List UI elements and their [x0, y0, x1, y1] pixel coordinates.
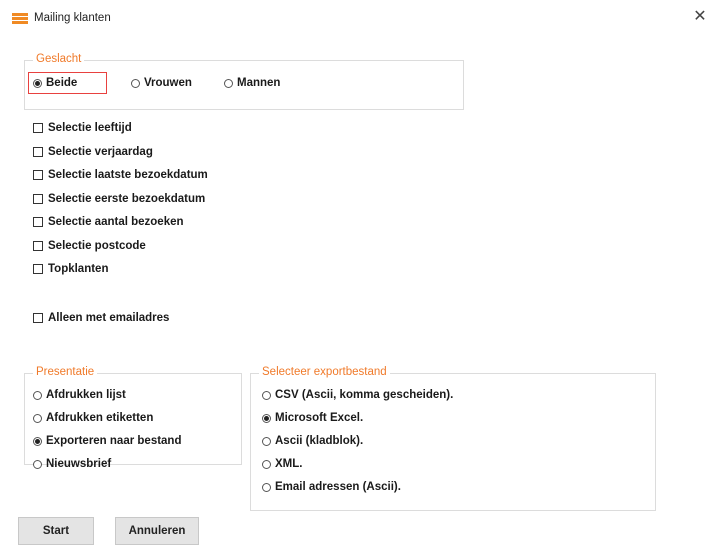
checkbox-box — [33, 264, 43, 274]
checkbox-box — [33, 241, 43, 251]
presentation-legend: Presentatie — [33, 366, 98, 378]
radio-label: CSV (Ascii, komma gescheiden). — [275, 389, 454, 401]
radio-indicator — [33, 390, 42, 400]
radio-indicator — [224, 78, 233, 88]
checkbox-selectie-postcode[interactable]: Selectie postcode — [33, 240, 146, 252]
radio-microsoft-excel[interactable]: Microsoft Excel. — [262, 412, 363, 424]
checkbox-box — [33, 313, 43, 323]
radio-indicator — [262, 390, 271, 400]
radio-label: Email adressen (Ascii). — [275, 481, 401, 493]
radio-indicator — [262, 459, 271, 469]
radio-label: Microsoft Excel. — [275, 412, 364, 424]
radio-nieuwsbrief[interactable]: Nieuwsbrief — [33, 458, 111, 470]
close-button[interactable]: ✕ — [691, 8, 709, 26]
radio-ascii-kladblok[interactable]: Ascii (kladblok). — [262, 435, 363, 447]
checkbox-label: Selectie aantal bezoeken — [48, 216, 184, 228]
checkbox-box — [33, 194, 43, 204]
radio-label: Nieuwsbrief — [46, 458, 112, 470]
checkbox-selectie-leeftijd[interactable]: Selectie leeftijd — [33, 122, 132, 134]
radio-exporteren-naar-bestand[interactable]: Exporteren naar bestand — [33, 435, 181, 447]
radio-mannen[interactable]: Mannen — [224, 77, 280, 89]
radio-indicator — [262, 413, 271, 423]
radio-beide[interactable]: Beide — [33, 77, 77, 89]
checkbox-selectie-verjaardag[interactable]: Selectie verjaardag — [33, 146, 153, 158]
radio-indicator — [33, 436, 42, 446]
radio-label: Afdrukken lijst — [46, 389, 126, 401]
radio-email-adressen[interactable]: Email adressen (Ascii). — [262, 481, 401, 493]
radio-indicator — [131, 78, 140, 88]
checkbox-selectie-eerste-bezoekdatum[interactable]: Selectie eerste bezoekdatum — [33, 193, 205, 205]
radio-csv[interactable]: CSV (Ascii, komma gescheiden). — [262, 389, 453, 401]
checkbox-label: Alleen met emailadres — [48, 312, 170, 324]
radio-indicator — [33, 78, 42, 88]
checkbox-label: Selectie leeftijd — [48, 122, 132, 134]
radio-label: Ascii (kladblok). — [275, 435, 364, 447]
checkbox-selectie-laatste-bezoekdatum[interactable]: Selectie laatste bezoekdatum — [33, 169, 208, 181]
radio-xml[interactable]: XML. — [262, 458, 302, 470]
radio-indicator — [262, 482, 271, 492]
window-title: Mailing klanten — [34, 12, 111, 24]
radio-label: XML. — [275, 458, 303, 470]
radio-indicator — [33, 413, 42, 423]
radio-label: Beide — [46, 77, 78, 89]
checkbox-label: Selectie postcode — [48, 240, 146, 252]
checkbox-box — [33, 147, 43, 157]
export-legend: Selecteer exportbestand — [259, 366, 390, 378]
start-button[interactable]: Start — [18, 517, 94, 545]
checkbox-label: Selectie verjaardag — [48, 146, 153, 158]
checkbox-topklanten[interactable]: Topklanten — [33, 263, 108, 275]
checkbox-alleen-met-emailadres[interactable]: Alleen met emailadres — [33, 312, 169, 324]
app-icon — [12, 13, 28, 25]
checkbox-box — [33, 217, 43, 227]
radio-label: Mannen — [237, 77, 281, 89]
radio-label: Afdrukken etiketten — [46, 412, 154, 424]
radio-vrouwen[interactable]: Vrouwen — [131, 77, 192, 89]
checkbox-label: Selectie laatste bezoekdatum — [48, 169, 208, 181]
checkbox-selectie-aantal-bezoeken[interactable]: Selectie aantal bezoeken — [33, 216, 184, 228]
radio-indicator — [262, 436, 271, 446]
cancel-button[interactable]: Annuleren — [115, 517, 199, 545]
radio-label: Exporteren naar bestand — [46, 435, 182, 447]
checkbox-label: Topklanten — [48, 263, 109, 275]
gender-legend: Geslacht — [33, 53, 85, 65]
radio-indicator — [33, 459, 42, 469]
checkbox-box — [33, 123, 43, 133]
checkbox-box — [33, 170, 43, 180]
radio-afdrukken-lijst[interactable]: Afdrukken lijst — [33, 389, 126, 401]
radio-afdrukken-etiketten[interactable]: Afdrukken etiketten — [33, 412, 153, 424]
checkbox-label: Selectie eerste bezoekdatum — [48, 193, 206, 205]
title-bar: Mailing klanten ✕ — [0, 0, 715, 30]
radio-label: Vrouwen — [144, 77, 192, 89]
